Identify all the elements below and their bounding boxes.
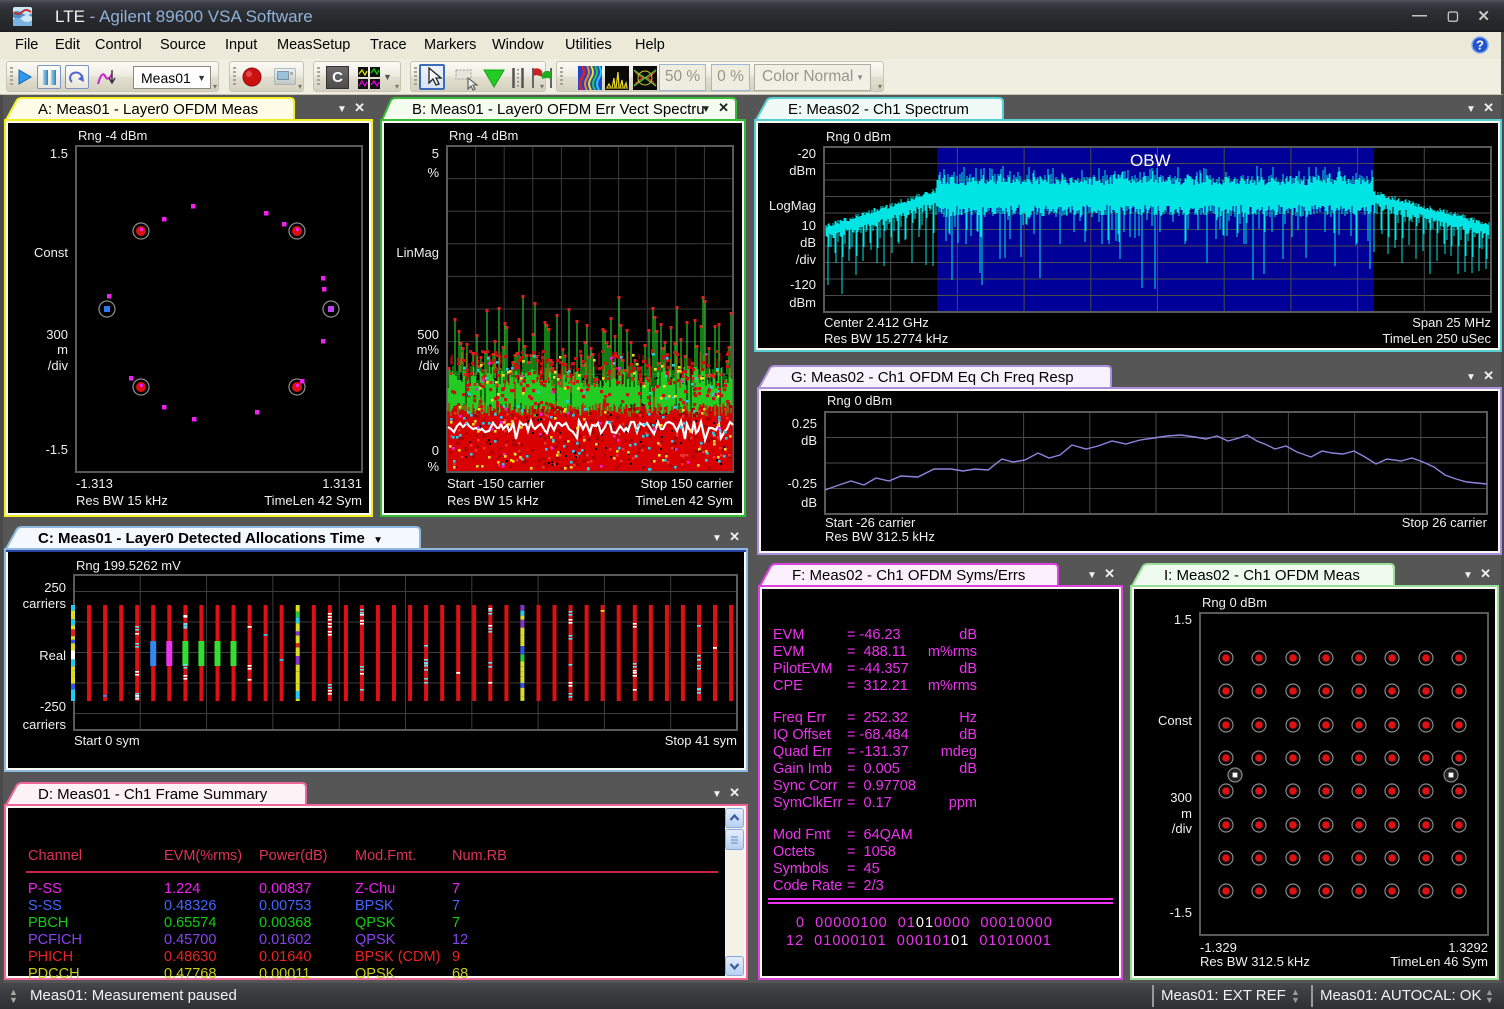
svg-text:Start -26 carrier: Start -26 carrier — [825, 515, 916, 530]
svg-text:0: 0 — [432, 443, 439, 458]
svg-text:/div: /div — [48, 358, 69, 373]
svg-text:Rng 0 dBm: Rng 0 dBm — [1202, 595, 1267, 610]
svg-text:dBm: dBm — [789, 295, 816, 310]
svg-text:Center 2.412 GHz: Center 2.412 GHz — [824, 315, 929, 330]
svg-text:5: 5 — [432, 146, 439, 161]
svg-text:Rng -4 dBm: Rng -4 dBm — [78, 128, 147, 143]
svg-text:Rng -4 dBm: Rng -4 dBm — [449, 128, 518, 143]
svg-text:10: 10 — [802, 218, 816, 233]
svg-text:?: ? — [1476, 38, 1484, 53]
svg-text:carriers: carriers — [23, 717, 67, 732]
svg-text:/div: /div — [1172, 821, 1193, 836]
svg-text:-120: -120 — [790, 277, 816, 292]
svg-text:300: 300 — [46, 327, 68, 342]
svg-text:Span 25 MHz: Span 25 MHz — [1412, 315, 1491, 330]
svg-text:Rng 0 dBm: Rng 0 dBm — [826, 129, 891, 144]
svg-text:1.3131: 1.3131 — [322, 476, 362, 491]
svg-text:Start -150 carrier: Start -150 carrier — [447, 476, 545, 491]
svg-text:-250: -250 — [40, 699, 66, 714]
svg-text:Res BW 312.5 kHz: Res BW 312.5 kHz — [825, 529, 935, 544]
svg-text:0.25: 0.25 — [792, 416, 817, 431]
svg-text:TimeLen 250 uSec: TimeLen 250 uSec — [1382, 331, 1491, 346]
svg-text:Stop 26 carrier: Stop 26 carrier — [1402, 515, 1488, 530]
svg-text:-1.5: -1.5 — [46, 442, 68, 457]
svg-text:Stop 41 sym: Stop 41 sym — [665, 733, 737, 748]
svg-text:Res BW 15.2774 kHz: Res BW 15.2774 kHz — [824, 331, 948, 346]
svg-text:dB: dB — [800, 235, 816, 250]
svg-text:/div: /div — [419, 358, 440, 373]
svg-text:-1.313: -1.313 — [76, 476, 113, 491]
svg-text:-0.25: -0.25 — [787, 476, 817, 491]
svg-text:TimeLen 42 Sym: TimeLen 42 Sym — [635, 493, 733, 508]
svg-text:Res BW 15 kHz: Res BW 15 kHz — [76, 493, 168, 508]
svg-text:Stop 150 carrier: Stop 150 carrier — [641, 476, 734, 491]
svg-text:Const: Const — [1158, 713, 1192, 728]
svg-text:carriers: carriers — [23, 596, 67, 611]
svg-text:Res BW 312.5 kHz: Res BW 312.5 kHz — [1200, 954, 1310, 969]
svg-text:dBm: dBm — [789, 163, 816, 178]
svg-text:LinMag: LinMag — [396, 245, 439, 260]
svg-text:TimeLen 46 Sym: TimeLen 46 Sym — [1390, 954, 1488, 969]
svg-text:Real: Real — [39, 648, 66, 663]
svg-text:m: m — [57, 342, 68, 357]
svg-text:LogMag: LogMag — [769, 198, 816, 213]
svg-text:Res BW 15 kHz: Res BW 15 kHz — [447, 493, 539, 508]
svg-text:-1.5: -1.5 — [1170, 905, 1192, 920]
svg-text:Start 0 sym: Start 0 sym — [74, 733, 140, 748]
svg-text:%: % — [427, 459, 439, 474]
svg-text:dB: dB — [801, 495, 817, 510]
svg-text:300: 300 — [1170, 790, 1192, 805]
svg-text:1.3292: 1.3292 — [1448, 940, 1488, 955]
svg-text:%: % — [427, 165, 439, 180]
svg-text:OBW: OBW — [1130, 151, 1171, 170]
svg-text:-20: -20 — [797, 146, 816, 161]
svg-text:250: 250 — [44, 580, 66, 595]
svg-text:500: 500 — [417, 327, 439, 342]
svg-text:/div: /div — [796, 252, 817, 267]
svg-text:Rng 199.5262 mV: Rng 199.5262 mV — [76, 558, 181, 573]
svg-text:-1.329: -1.329 — [1200, 940, 1237, 955]
svg-text:m%: m% — [417, 342, 440, 357]
svg-text:1.5: 1.5 — [1174, 612, 1192, 627]
svg-text:TimeLen 42 Sym: TimeLen 42 Sym — [264, 493, 362, 508]
svg-text:Const: Const — [34, 245, 68, 260]
svg-text:m: m — [1181, 806, 1192, 821]
svg-text:1.5: 1.5 — [50, 146, 68, 161]
svg-text:Rng 0 dBm: Rng 0 dBm — [827, 393, 892, 408]
svg-text:dB: dB — [801, 433, 817, 448]
